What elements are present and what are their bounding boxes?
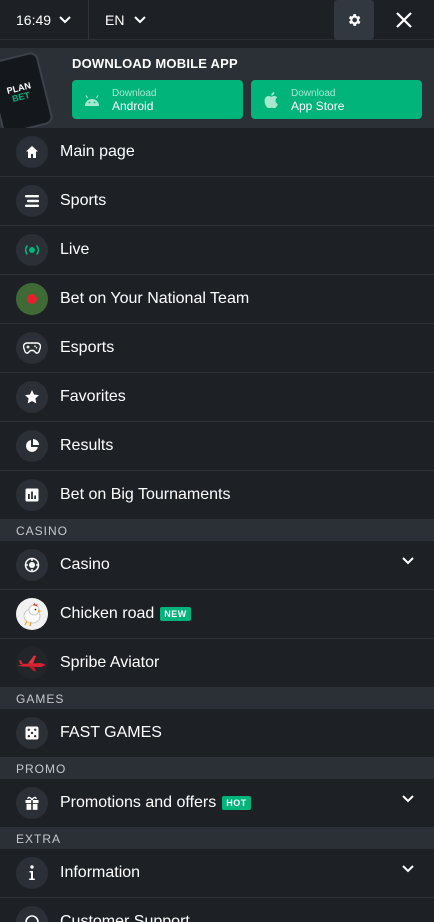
menu-item-casino[interactable]: Casino xyxy=(0,541,434,590)
menu-item-customer-support[interactable]: Customer Support xyxy=(0,898,434,922)
android-icon xyxy=(85,94,99,106)
home-icon xyxy=(26,146,38,158)
menu-item-fast-games[interactable]: FAST GAMES xyxy=(0,709,434,758)
menu-item-promotions[interactable]: Promotions and offers HOT xyxy=(0,779,434,828)
menu-item-label: FAST GAMES xyxy=(60,724,162,741)
menu-item-label: Spribe Aviator xyxy=(60,654,160,671)
menu-item-label: Information xyxy=(60,864,141,881)
download-app-banner: PLAN BET DOWNLOAD MOBILE APP Download An… xyxy=(0,48,434,128)
chevron-down-icon[interactable] xyxy=(402,865,414,873)
gear-icon xyxy=(348,14,361,26)
menu-item-label: Live xyxy=(60,241,90,258)
menu-item-main-page[interactable]: Main page xyxy=(0,128,434,177)
section-header-casino: CASINO xyxy=(0,520,434,541)
apple-icon xyxy=(264,91,278,108)
sports-icon xyxy=(25,195,39,207)
menu-item-chicken-road[interactable]: Chicken road NEW xyxy=(0,590,434,639)
download-android-sub: Download xyxy=(112,87,157,99)
menu-item-label: Customer Support xyxy=(60,913,190,922)
menu-item-live[interactable]: Live xyxy=(0,226,434,275)
new-badge: NEW xyxy=(160,607,191,621)
chevron-down-icon[interactable] xyxy=(402,557,414,565)
menu-item-label: Sports xyxy=(60,192,107,209)
chicken-icon xyxy=(23,603,42,627)
menu-item-information[interactable]: Information xyxy=(0,849,434,898)
download-ios-label: App Store xyxy=(291,98,345,113)
national-team-icon xyxy=(27,294,37,304)
pie-chart-icon xyxy=(25,439,39,452)
info-icon xyxy=(29,865,35,880)
language-selector[interactable]: EN xyxy=(89,0,169,40)
menu-item-label: Chicken road xyxy=(60,605,155,622)
gift-icon xyxy=(25,796,39,810)
download-ios-button[interactable]: Download App Store xyxy=(251,80,422,119)
chevron-down-icon xyxy=(59,16,71,24)
menu-item-results[interactable]: Results xyxy=(0,422,434,471)
download-ios-sub: Download xyxy=(291,87,336,99)
language-text: EN xyxy=(105,12,125,28)
star-icon xyxy=(25,390,39,404)
menu-item-label: Main page xyxy=(60,143,135,160)
chevron-down-icon[interactable] xyxy=(402,795,414,803)
section-header-extra: EXTRA xyxy=(0,828,434,849)
close-icon xyxy=(396,12,412,28)
close-button[interactable] xyxy=(384,0,424,40)
gamepad-icon xyxy=(23,342,41,354)
menu-item-spribe-aviator[interactable]: Spribe Aviator xyxy=(0,639,434,688)
menu-item-label: Favorites xyxy=(60,388,126,405)
bar-chart-icon xyxy=(25,488,39,502)
menu-item-label: Bet on Your National Team xyxy=(60,290,250,307)
menu-item-big-tournaments[interactable]: Bet on Big Tournaments xyxy=(0,471,434,520)
brand-logo: PLAN BET xyxy=(5,80,32,104)
phone-illustration: PLAN BET xyxy=(0,50,55,128)
menu-item-label: Casino xyxy=(60,556,110,573)
menu-item-label: Promotions and offers xyxy=(60,794,217,811)
menu-item-label: Bet on Big Tournaments xyxy=(60,486,231,503)
menu-item-label: Esports xyxy=(60,339,115,356)
time-text: 16:49 xyxy=(16,12,52,28)
support-icon xyxy=(25,915,39,922)
menu-item-national-team[interactable]: Bet on Your National Team xyxy=(0,275,434,324)
aviator-plane-icon xyxy=(18,655,46,672)
top-bar: 16:49 EN xyxy=(0,0,434,40)
banner-title: DOWNLOAD MOBILE APP xyxy=(72,56,238,71)
menu-item-label: Results xyxy=(60,437,114,454)
section-header-games: GAMES xyxy=(0,688,434,709)
menu-item-sports[interactable]: Sports xyxy=(0,177,434,226)
section-header-promo: PROMO xyxy=(0,758,434,779)
hot-badge: HOT xyxy=(222,796,251,810)
chevron-down-icon xyxy=(134,16,147,24)
menu-item-esports[interactable]: Esports xyxy=(0,324,434,373)
side-menu: Main page Sports Live Bet on Your Nation… xyxy=(0,128,434,922)
settings-button[interactable] xyxy=(334,0,374,40)
casino-chip-icon xyxy=(24,557,40,573)
download-android-label: Android xyxy=(112,98,154,113)
menu-item-favorites[interactable]: Favorites xyxy=(0,373,434,422)
download-android-button[interactable]: Download Android xyxy=(72,80,243,119)
time-selector[interactable]: 16:49 xyxy=(0,0,89,40)
dice-icon xyxy=(25,726,39,740)
live-icon xyxy=(24,244,40,256)
